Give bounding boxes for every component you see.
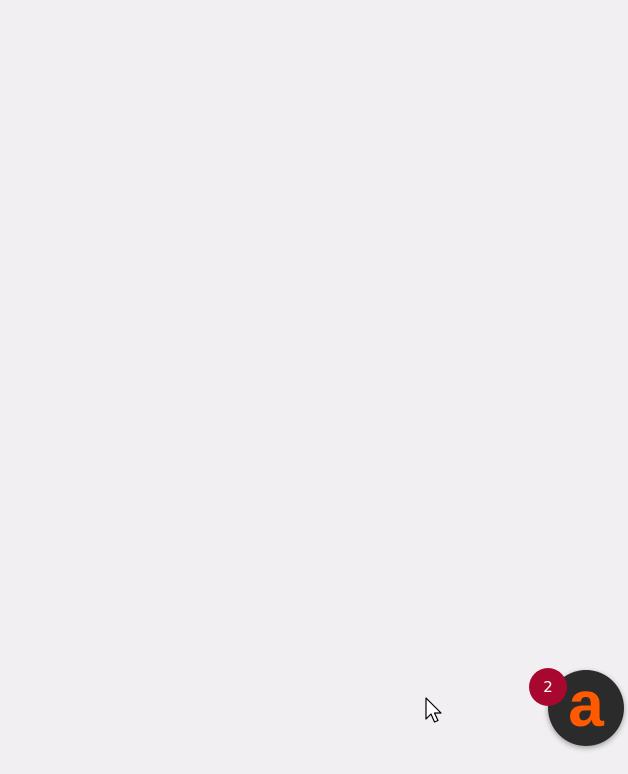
notification-badge: 2 [529, 668, 567, 706]
mouse-pointer-icon [425, 697, 442, 723]
blank-page [0, 0, 628, 774]
notification-count: 2 [543, 678, 553, 696]
a-logo-icon: a [568, 668, 604, 740]
